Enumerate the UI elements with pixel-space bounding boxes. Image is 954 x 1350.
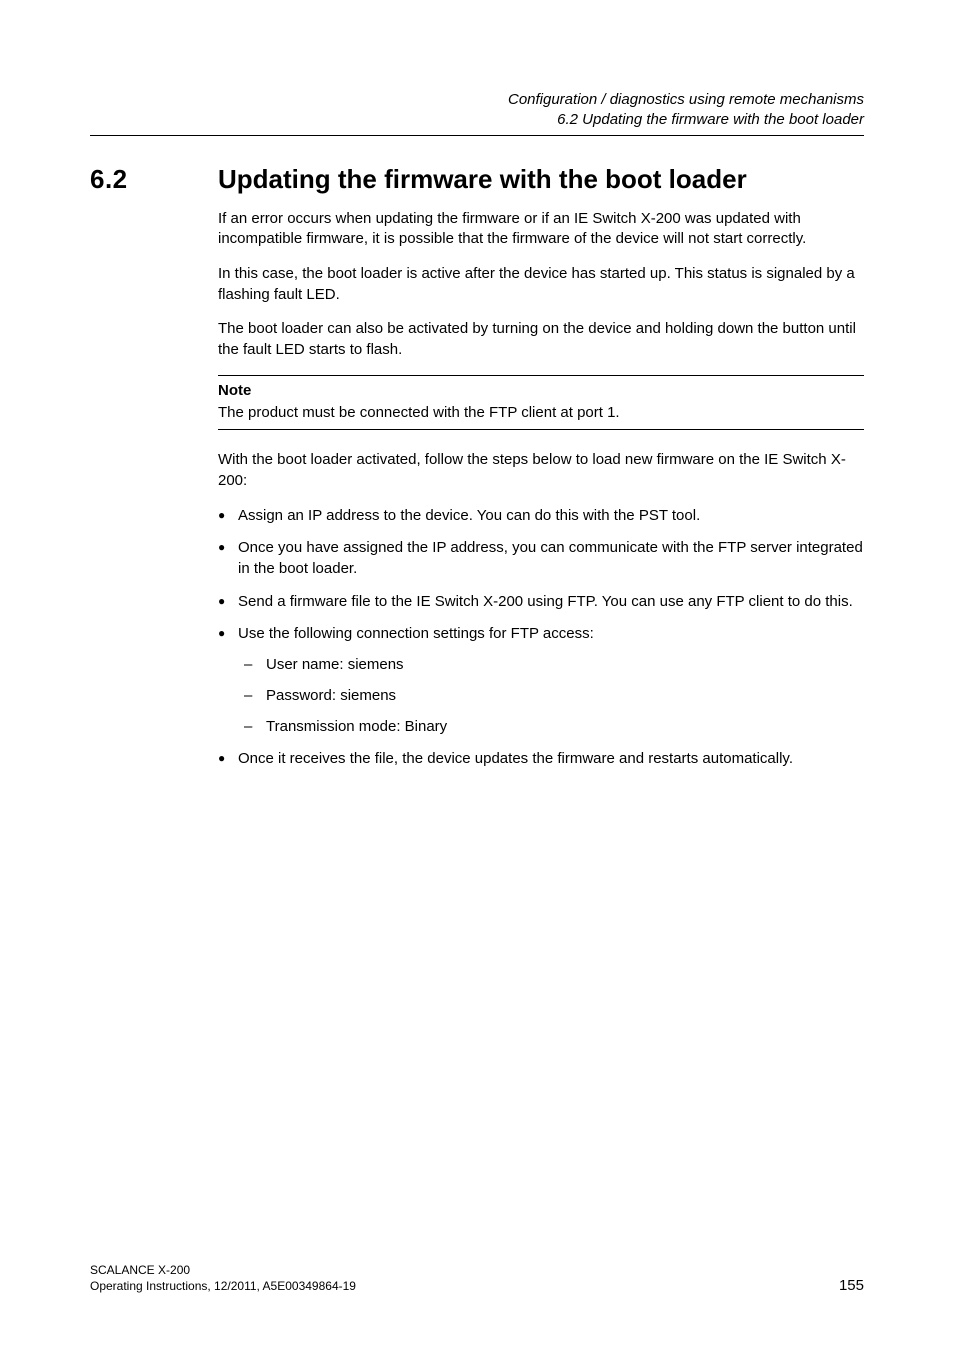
bullet-list: Assign an IP address to the device. You … (218, 506, 864, 770)
bullet-item-2: Once you have assigned the IP address, y… (218, 538, 864, 579)
body-area: If an error occurs when updating the fir… (218, 209, 864, 770)
note-label: Note (218, 382, 864, 399)
section-number: 6.2 (90, 164, 218, 195)
page-root: Configuration / diagnostics using remote… (0, 0, 954, 1350)
paragraph-3: The boot loader can also be activated by… (218, 319, 864, 360)
sub-item-2: Password: siemens (244, 686, 864, 707)
footer-product: SCALANCE X-200 (90, 1262, 356, 1278)
bullet-item-4: Use the following connection settings fo… (218, 624, 864, 737)
bullet-item-5: Once it receives the file, the device up… (218, 749, 864, 770)
header-rule (90, 135, 864, 136)
bullet-item-3: Send a firmware file to the IE Switch X-… (218, 592, 864, 613)
page-footer: SCALANCE X-200 Operating Instructions, 1… (90, 1262, 864, 1294)
sub-item-3: Transmission mode: Binary (244, 717, 864, 738)
header-line-2: 6.2 Updating the firmware with the boot … (90, 110, 864, 130)
paragraph-2: In this case, the boot loader is active … (218, 264, 864, 305)
header-line-1: Configuration / diagnostics using remote… (90, 90, 864, 110)
note-text: The product must be connected with the F… (218, 403, 864, 424)
section-heading: 6.2 Updating the firmware with the boot … (90, 164, 864, 195)
sub-list: User name: siemens Password: siemens Tra… (238, 655, 864, 737)
bullet-item-4-text: Use the following connection settings fo… (238, 625, 594, 642)
bullet-item-1: Assign an IP address to the device. You … (218, 506, 864, 527)
running-header: Configuration / diagnostics using remote… (90, 90, 864, 131)
sub-item-1: User name: siemens (244, 655, 864, 676)
paragraph-4: With the boot loader activated, follow t… (218, 450, 864, 491)
note-rule-top (218, 375, 864, 376)
footer-left: SCALANCE X-200 Operating Instructions, 1… (90, 1262, 356, 1294)
page-number: 155 (839, 1277, 864, 1294)
note-rule-bottom (218, 429, 864, 430)
section-title: Updating the firmware with the boot load… (218, 164, 747, 195)
paragraph-1: If an error occurs when updating the fir… (218, 209, 864, 250)
footer-docinfo: Operating Instructions, 12/2011, A5E0034… (90, 1278, 356, 1294)
